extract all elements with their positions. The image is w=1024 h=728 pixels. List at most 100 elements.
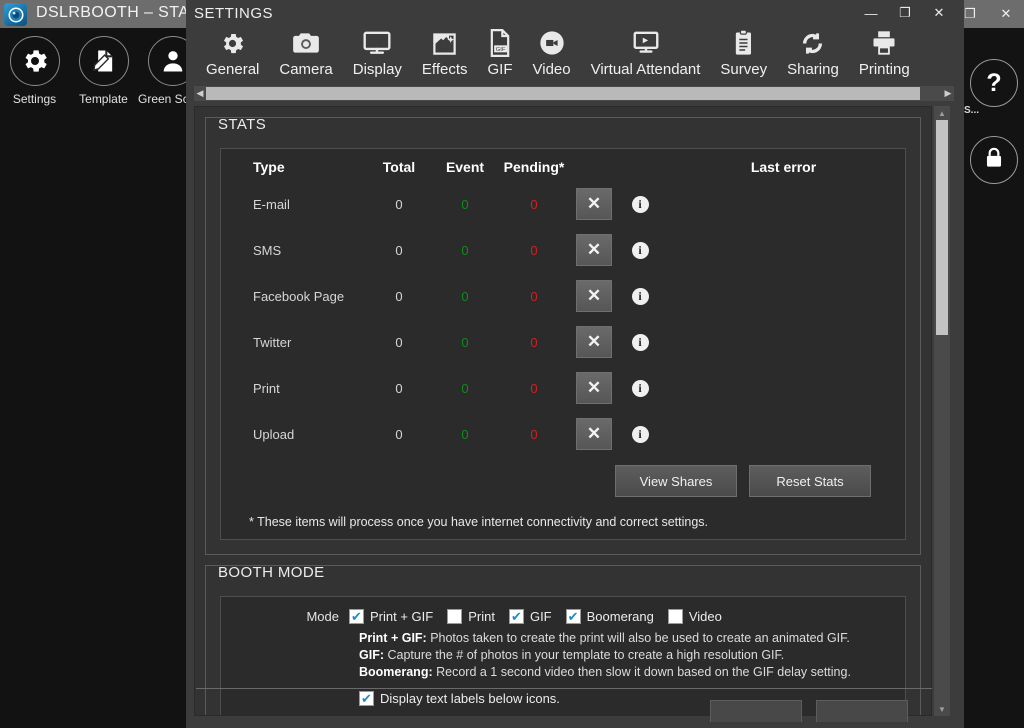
clear-row-button[interactable]: ✕ [576,372,612,404]
info-icon[interactable]: i [632,196,649,213]
lock-button[interactable] [970,136,1018,184]
description-term: Print + GIF: [359,631,427,645]
label-gif: GIF [530,609,552,624]
table-row: Twitter 0 0 0 ✕ i [221,319,905,365]
reset-stats-button[interactable]: Reset Stats [749,465,871,497]
nav-label-template: Template [69,92,138,106]
description-term: GIF: [359,648,384,662]
tab-printing[interactable]: Printing [849,26,920,78]
cell-last-error [662,411,905,457]
col-last-error: Last error [662,149,905,181]
mode-descriptions: Print + GIF: Photos taken to create the … [221,628,905,681]
description-term: Boomerang: [359,665,433,679]
col-pending: Pending* [498,149,570,181]
camera-lens-logo [4,3,27,26]
settings-maximize-button[interactable]: ❐ [888,0,922,26]
checkbox-boomerang[interactable] [566,609,581,624]
video-camera-icon [533,26,571,60]
application-window: DSLRBOOTH – START ❐ ✕ Settings [0,0,1024,728]
view-shares-button[interactable]: View Shares [615,465,737,497]
info-icon[interactable]: i [632,288,649,305]
checkbox-print-gif[interactable] [349,609,364,624]
settings-close-button[interactable]: ✕ [922,0,956,26]
cell-pending: 0 [498,319,570,365]
cell-total: 0 [366,273,432,319]
mode-option-print-gif[interactable]: Print + GIF [349,609,433,624]
description-boomerang: Boomerang: Record a 1 second video then … [359,664,905,681]
cell-pending: 0 [498,273,570,319]
cell-last-error [662,273,905,319]
checkbox-print[interactable] [447,609,462,624]
question-mark-icon: ? [986,69,1001,98]
footer-button-left[interactable] [710,700,802,722]
settings-tab-bar: General Camera [186,26,964,82]
cell-event: 0 [432,411,498,457]
clear-row-button[interactable]: ✕ [576,326,612,358]
nav-item-template[interactable]: Template [69,28,138,106]
checkbox-video[interactable] [668,609,683,624]
cell-event: 0 [432,181,498,227]
description-text: Record a 1 second video then slow it dow… [433,665,851,679]
stats-header-row: Type Total Event Pending* Last error [221,149,905,181]
col-clear [570,149,618,181]
hscroll-thumb[interactable] [206,87,920,100]
clear-row-button[interactable]: ✕ [576,234,612,266]
cell-type: E-mail [221,181,366,227]
tab-effects[interactable]: Effects [412,26,478,78]
help-button[interactable]: ? [970,59,1018,107]
tab-video[interactable]: Video [523,26,581,78]
main-close-button[interactable]: ✕ [988,0,1024,28]
content-vertical-scrollbar[interactable]: ▲ ▼ [934,106,950,716]
right-rail: S... ? [964,28,1024,728]
mode-option-gif[interactable]: GIF [509,609,552,624]
scroll-right-arrow-icon[interactable]: ▶ [942,88,954,99]
cell-type: Facebook Page [221,273,366,319]
table-row: Upload 0 0 0 ✕ i [221,411,905,457]
info-icon[interactable]: i [632,426,649,443]
tabbar-horizontal-scrollbar[interactable]: ◀ ▶ [194,86,954,101]
tab-sharing[interactable]: Sharing [777,26,849,78]
info-icon[interactable]: i [632,242,649,259]
tab-gif[interactable]: GIF GIF [478,26,523,78]
settings-minimize-button[interactable]: — [854,0,888,26]
cell-event: 0 [432,319,498,365]
cell-event: 0 [432,365,498,411]
scroll-up-arrow-icon[interactable]: ▲ [934,106,950,120]
nav-item-settings[interactable]: Settings [0,28,69,106]
tab-label-virtual-attendant: Virtual Attendant [591,61,701,78]
col-event: Event [432,149,498,181]
description-gif: GIF: Capture the # of photos in your tem… [359,647,905,664]
tab-survey[interactable]: Survey [710,26,777,78]
footer-button-right[interactable] [816,700,908,722]
tab-display[interactable]: Display [343,26,412,78]
clear-row-button[interactable]: ✕ [576,418,612,450]
cell-type: Upload [221,411,366,457]
clear-row-button[interactable]: ✕ [576,188,612,220]
clear-row-button[interactable]: ✕ [576,280,612,312]
label-video: Video [689,609,722,624]
sparkle-image-icon [422,26,468,60]
vscroll-thumb[interactable] [936,120,948,335]
hscroll-track[interactable] [206,87,942,100]
col-total: Total [366,149,432,181]
booth-mode-inner-panel: Mode Print + GIF Print GIF [220,596,906,716]
info-icon[interactable]: i [632,380,649,397]
label-print-gif: Print + GIF [370,609,433,624]
checkbox-gif[interactable] [509,609,524,624]
gear-icon [206,26,259,60]
mode-label: Mode [221,609,349,624]
mode-option-video[interactable]: Video [668,609,722,624]
tab-general[interactable]: General [196,26,269,78]
tab-camera[interactable]: Camera [269,26,342,78]
mode-option-print[interactable]: Print [447,609,495,624]
padlock-icon [981,145,1007,176]
tab-virtual-attendant[interactable]: Virtual Attendant [581,26,711,78]
mode-option-boomerang[interactable]: Boomerang [566,609,654,624]
description-print-gif: Print + GIF: Photos taken to create the … [359,630,905,647]
nav-label-settings: Settings [0,92,69,106]
description-text: Photos taken to create the print will al… [427,631,850,645]
cell-total: 0 [366,365,432,411]
info-icon[interactable]: i [632,334,649,351]
scroll-left-arrow-icon[interactable]: ◀ [194,88,206,99]
booth-mode-title: BOOTH MODE [218,564,325,581]
